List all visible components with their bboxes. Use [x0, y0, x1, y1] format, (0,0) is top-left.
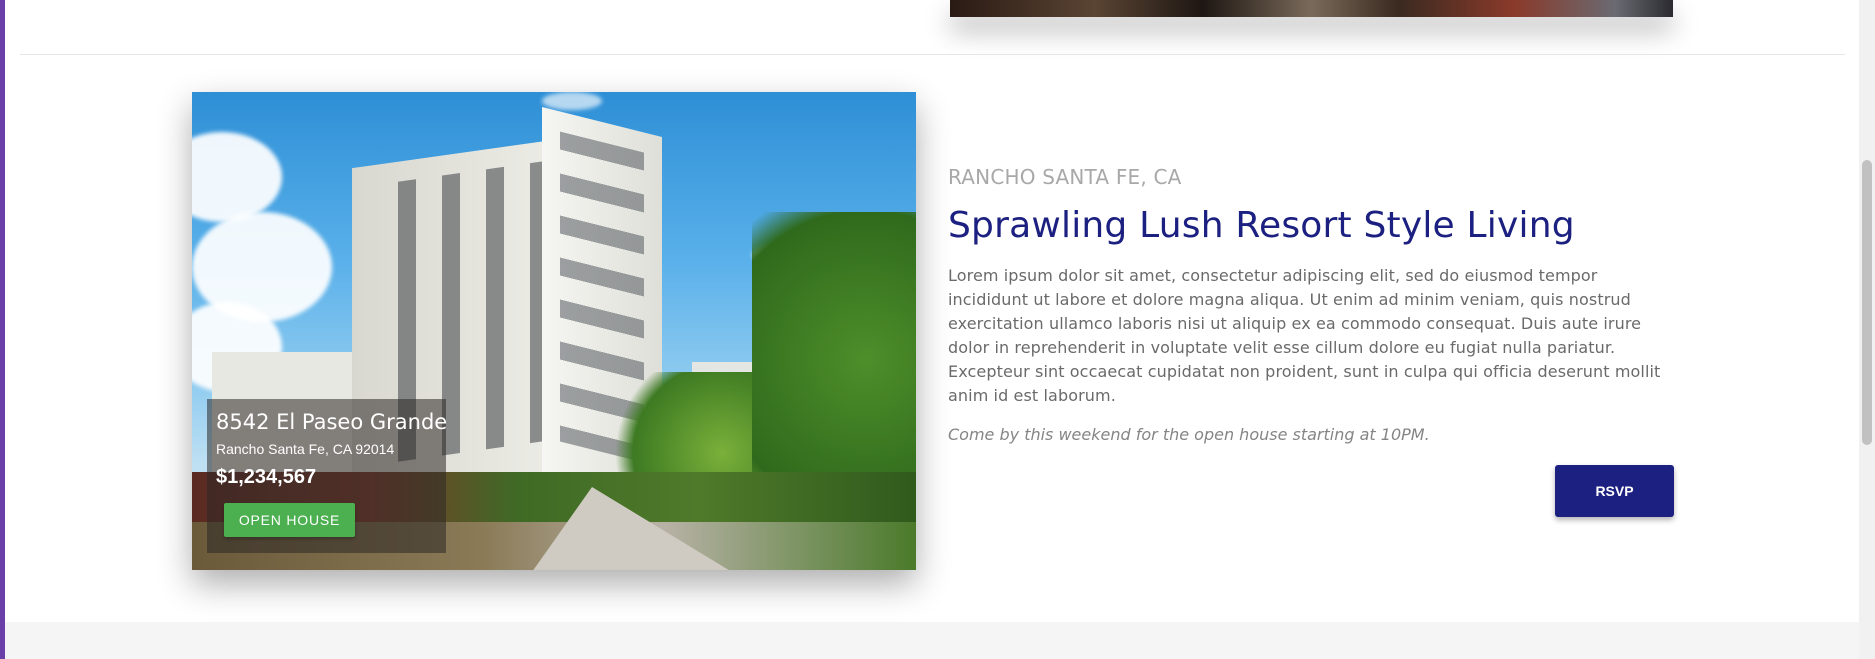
- next-section: [5, 622, 1859, 659]
- listing-description: Lorem ipsum dolor sit amet, consectetur …: [948, 266, 1661, 405]
- listing-city-state-zip: Rancho Santa Fe, CA 92014: [216, 441, 395, 457]
- scrollbar-thumb[interactable]: [1862, 160, 1872, 445]
- listing-price: $1,234,567: [216, 466, 317, 488]
- cloud: [192, 132, 282, 222]
- rsvp-button[interactable]: RSVP: [1555, 465, 1674, 517]
- walkway: [532, 487, 732, 570]
- open-house-button[interactable]: OPEN HOUSE: [224, 503, 355, 537]
- cloud: [542, 92, 602, 110]
- previous-listing-photo: [950, 0, 1673, 17]
- listing-headline: Sprawling Lush Resort Style Living: [948, 205, 1575, 246]
- open-house-invite: Come by this weekend for the open house …: [948, 425, 1430, 444]
- listing-street: 8542 El Paseo Grande: [216, 410, 448, 434]
- left-accent-bar: [0, 0, 5, 659]
- scrollbar-track[interactable]: [1859, 0, 1875, 659]
- listing-location: RANCHO SANTA FE, CA: [948, 165, 1182, 189]
- section-divider: [20, 54, 1845, 55]
